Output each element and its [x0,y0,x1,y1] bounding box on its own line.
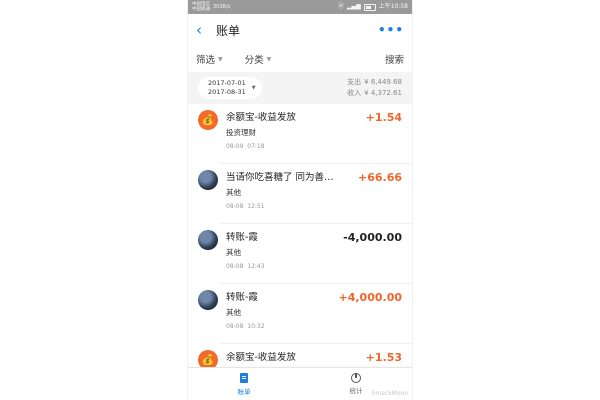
nav-bill[interactable]: 账单 [188,368,300,400]
transaction-amount: +66.66 [357,171,402,184]
vibrate-icon: ⦿ [337,3,344,10]
contact-avatar [198,170,218,190]
category-label: 分类 [244,55,264,66]
transaction-category: 其他 [226,188,241,197]
app-header: ‹ 账单 ••• [188,14,412,46]
transaction-title: 转账-霞 [226,232,258,243]
date-end: 2017-08-31 [208,88,246,96]
more-icon[interactable]: ••• [378,23,404,37]
transaction-item[interactable]: 转账-霞 其他 08-08 10:32 +4,000.00 [188,284,412,344]
transaction-datetime: 08-09 07:18 [226,142,366,151]
transaction-amount: +1.54 [365,111,402,124]
caret-down-icon: ▼ [218,55,223,63]
contact-avatar [198,290,218,310]
transaction-item[interactable]: 💰 余额宝-收益发放 投资理财 08-09 07:18 +1.54 [188,104,412,164]
transaction-date: 08-08 [226,203,244,210]
chevron-down-icon: ▼ [251,84,256,91]
net-speed: 303B/s [213,4,231,10]
transaction-date: 08-08 [226,263,244,270]
transaction-time: 12:43 [247,263,265,270]
transaction-info: 转账-霞 其他 08-08 10:32 [226,284,339,331]
month-summary: 2017-07-01 2017-08-31 ▼ 支出 ¥ 6,449.68 收入 ¥… [188,72,412,104]
contact-avatar [198,230,218,250]
status-bar: 中国电信 中国联通 303B/s ⦿ ▂▄▆ 上午10:58 [188,0,412,14]
transaction-datetime: 08-08 10:32 [226,322,339,331]
transaction-datetime: 08-08 12:51 [226,202,358,211]
income-total: 收入 ¥ 4,372.61 [347,88,402,99]
category-button[interactable]: 分类 ▼ [245,52,272,66]
expense-value: ¥ 6,449.68 [364,78,402,86]
caret-down-icon: ▼ [266,55,272,63]
back-icon[interactable]: ‹ [196,22,210,38]
battery-icon [363,3,376,11]
nav-bill-label: 账单 [237,387,251,396]
status-right: ⦿ ▂▄▆ 上午10:58 [337,3,408,11]
transaction-time: 10:32 [247,323,265,330]
date-range: 2017-07-01 2017-08-31 [208,79,246,97]
transaction-time: 12:51 [247,203,265,210]
transaction-item[interactable]: 当请你吃喜糖了 同为善… 其他 08-08 12:51 +66.66 [188,164,412,224]
transaction-info: 余额宝-收益发放 投资理财 08-09 07:18 [226,104,366,151]
income-value: ¥ 4,372.61 [364,89,402,97]
nav-stats-label: 统计 [349,387,363,395]
transaction-category: 其他 [226,248,241,257]
bill-icon [240,372,248,383]
status-left: 中国电信 中国联通 303B/s [192,2,230,12]
yuebao-icon: 💰 [198,110,218,130]
transaction-time: 07:18 [247,143,265,150]
transaction-title: 转账-霞 [226,292,258,303]
date-start: 2017-07-01 [208,79,246,87]
transaction-info: 余额宝-收益发放 [226,344,366,364]
transaction-amount: +4,000.00 [338,291,403,304]
transaction-info: 当请你吃喜糖了 同为善… 其他 08-08 12:51 [226,164,358,211]
filter-label: 筛选 [196,55,216,66]
bottom-nav: 账单 统计 SmackMoon [188,367,412,400]
filter-button[interactable]: 筛选 ▼ [196,52,223,66]
carrier-info: 中国电信 中国联通 [192,2,210,12]
filter-bar: 筛选 ▼ 分类 ▼ 搜索 [188,46,412,72]
page-title: 账单 [216,23,241,38]
transaction-amount: +1.53 [365,351,402,364]
phone-screen: 中国电信 中国联通 303B/s ⦿ ▂▄▆ 上午10:58 ‹ 账单 ••• … [188,0,412,400]
income-label: 收入 [347,89,362,97]
pie-chart-icon [351,373,361,383]
expense-total: 支出 ¥ 6,449.68 [347,77,402,88]
transaction-amount: -4,000.00 [343,231,402,244]
transaction-list: 💰 余额宝-收益发放 投资理财 08-09 07:18 +1.54 当请你吃喜糖… [188,104,412,374]
transaction-category: 投资理财 [226,128,256,137]
transaction-date: 08-09 [226,143,244,150]
totals: 支出 ¥ 6,449.68 收入 ¥ 4,372.61 [347,77,402,99]
transaction-info: 转账-霞 其他 08-08 12:43 [226,224,343,271]
expense-label: 支出 [347,78,362,86]
transaction-datetime: 08-08 12:43 [226,262,343,271]
signal-icon: ▂▄▆ [346,3,361,10]
transaction-date: 08-08 [226,323,244,330]
transaction-title: 当请你吃喜糖了 同为善… [226,172,334,183]
watermark: SmackMoon [371,390,408,397]
carrier-line-2: 中国联通 [192,7,210,12]
transaction-category: 其他 [226,308,241,317]
search-button[interactable]: 搜索 [385,52,404,66]
clock: 上午10:58 [378,3,408,10]
transaction-title: 余额宝-收益发放 [226,352,296,363]
date-range-selector[interactable]: 2017-07-01 2017-08-31 ▼ [198,77,262,99]
transaction-item[interactable]: 转账-霞 其他 08-08 12:43 -4,000.00 [188,224,412,284]
transaction-title: 余额宝-收益发放 [226,112,296,123]
